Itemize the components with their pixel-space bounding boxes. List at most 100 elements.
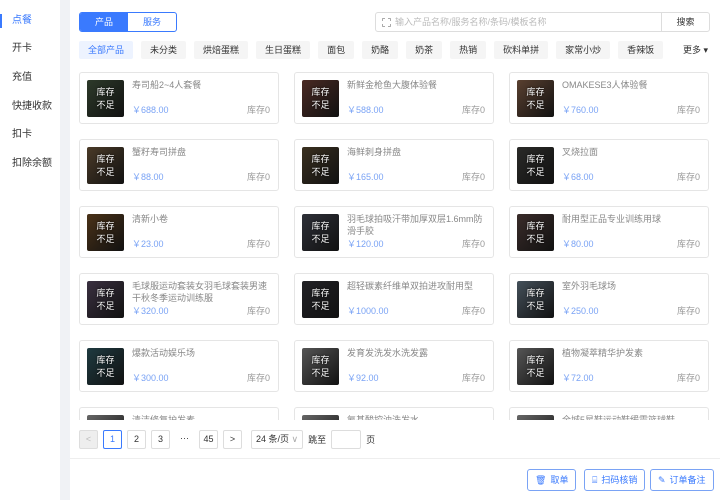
page-ellipsis[interactable]: ··· bbox=[175, 430, 194, 449]
product-card[interactable]: 库存 不足 超轻碳素纤维单双拍进攻耐用型 ￥1000.00 库存0 bbox=[294, 273, 494, 325]
overlay-line: 不足 bbox=[526, 234, 545, 244]
tab-products[interactable]: 产品 bbox=[80, 13, 128, 31]
product-name: 羽毛球拍吸汗带加厚双层1.6mm防滑手胶 bbox=[347, 214, 483, 236]
product-image: 库存不足 bbox=[517, 147, 554, 184]
overlay-line: 不足 bbox=[96, 368, 115, 378]
product-name: 发育发洗发水洗发露 bbox=[347, 348, 429, 358]
overlay-line: 不足 bbox=[526, 100, 545, 110]
tab-services[interactable]: 服务 bbox=[128, 13, 176, 31]
product-price: ￥120.00 bbox=[347, 239, 384, 249]
next-page-button[interactable]: > bbox=[223, 430, 242, 449]
retrieve-order-button[interactable]: 🗑︎ 取单 bbox=[527, 469, 577, 491]
more-categories-button[interactable]: 更多 ▾ bbox=[683, 41, 708, 59]
product-card[interactable]: 库存 不足 毛球服运动套装女羽毛球套装男速干秋冬季运动训练服 ￥320.00 库存… bbox=[79, 273, 279, 325]
out-of-stock-overlay: 库存 不足 bbox=[526, 355, 544, 378]
product-image: 库存不足 bbox=[87, 415, 124, 420]
sidebar-item[interactable]: 点餐 bbox=[0, 14, 60, 28]
order-note-button[interactable]: ✎ 订单备注 bbox=[650, 469, 714, 491]
sidebar-item[interactable]: 快捷收款 bbox=[0, 100, 60, 114]
out-of-stock-overlay: 库存 不足 bbox=[526, 87, 544, 110]
category-chip[interactable]: 砍料单拼 bbox=[494, 41, 549, 59]
product-price: ￥250.00 bbox=[562, 306, 599, 316]
product-card[interactable]: 库存 不足 清新小卷 ￥23.00 库存0 bbox=[79, 206, 279, 258]
jump-page-input[interactable] bbox=[331, 430, 362, 449]
category-chip[interactable]: 生日蛋糕 bbox=[256, 41, 311, 59]
sidebar-item[interactable]: 开卡 bbox=[0, 42, 60, 56]
sidebar-item[interactable]: 扣卡 bbox=[0, 128, 60, 142]
product-card[interactable]: 库存 不足 叉烧拉面 ￥68.00 库存0 bbox=[509, 139, 709, 191]
overlay-line: 不足 bbox=[526, 301, 545, 311]
product-image: 库存不足 bbox=[517, 415, 554, 420]
product-card[interactable]: 库存 不足 蟹籽寿司拼盘 ￥88.00 库存0 bbox=[79, 139, 279, 191]
product-name: 寿司船2~4人套餐 bbox=[132, 80, 202, 90]
search-input[interactable]: 输入产品名称/服务名称/条码/模板名称 bbox=[376, 13, 661, 31]
overlay-line: 库存 bbox=[96, 288, 115, 298]
page-size-select[interactable]: 24 条/页 ∨ bbox=[251, 430, 304, 449]
product-card[interactable]: 库存不足 清洁修复护发素 bbox=[79, 407, 279, 420]
category-chip[interactable]: 奶茶 bbox=[406, 41, 443, 59]
sidebar-item[interactable]: 扣除余额 bbox=[0, 157, 60, 171]
overlay-line: 库存 bbox=[311, 154, 330, 164]
product-card[interactable]: 库存 不足 新鲜金枪鱼大腹体验餐 ￥588.00 库存0 bbox=[294, 72, 494, 124]
caret-down-icon: ▾ bbox=[703, 45, 708, 55]
product-card[interactable]: 库存 不足 室外羽毛球场 ￥250.00 库存0 bbox=[509, 273, 709, 325]
overlay-line: 不足 bbox=[311, 234, 330, 244]
category-chip[interactable]: 全部产品 bbox=[79, 41, 134, 59]
product-stock: 库存0 bbox=[246, 239, 270, 249]
category-chip[interactable]: 面包 bbox=[318, 41, 355, 59]
product-stock: 库存0 bbox=[676, 172, 700, 182]
product-card[interactable]: 库存 不足 爆款活动娱乐场 ￥300.00 库存0 bbox=[79, 340, 279, 392]
product-image: 库存不足 bbox=[87, 214, 124, 251]
prev-page-button[interactable]: < bbox=[79, 430, 98, 449]
retrieve-order-label: 取单 bbox=[550, 475, 569, 485]
product-stock: 库存0 bbox=[461, 373, 485, 383]
product-stock: 库存0 bbox=[246, 306, 270, 316]
search-button[interactable]: 搜索 bbox=[661, 13, 709, 31]
product-card[interactable]: 库存不足 氨基酸控油洗发水 bbox=[294, 407, 494, 420]
order-note-label: 订单备注 bbox=[669, 475, 706, 485]
overlay-line: 库存 bbox=[311, 355, 330, 365]
product-card[interactable]: 库存 不足 羽毛球拍吸汗带加厚双层1.6mm防滑手胶 ￥120.00 库存0 bbox=[294, 206, 494, 258]
category-chip[interactable]: 烘焙蛋糕 bbox=[194, 41, 249, 59]
category-chip[interactable]: 奶酪 bbox=[362, 41, 399, 59]
out-of-stock-overlay: 库存 不足 bbox=[526, 154, 544, 177]
overlay-line: 库存 bbox=[311, 288, 330, 298]
overlay-line: 库存 bbox=[96, 87, 115, 97]
sidebar-item[interactable]: 充值 bbox=[0, 71, 60, 85]
page-3[interactable]: 3 bbox=[151, 430, 170, 449]
product-card[interactable]: 库存 不足 OMAKESE3人体验餐 ￥760.00 库存0 bbox=[509, 72, 709, 124]
product-name: 蟹籽寿司拼盘 bbox=[132, 147, 187, 157]
product-image: 库存不足 bbox=[87, 147, 124, 184]
category-chip[interactable]: 香辣饭 bbox=[618, 41, 664, 59]
product-image: 库存不足 bbox=[517, 80, 554, 117]
overlay-line: 库存 bbox=[96, 221, 115, 231]
product-stock: 库存0 bbox=[461, 172, 485, 182]
category-bar: 全部产品 未分类 烘焙蛋糕 生日蛋糕 面包 奶酪 奶茶 热销 砍料单拼 家常小炒 香辣饭 bbox=[79, 41, 664, 59]
product-card[interactable]: 库存不足 全城5星鞋运动鞋缓震篮球鞋 bbox=[509, 407, 709, 420]
product-card[interactable]: 库存 不足 发育发洗发水洗发露 ￥92.00 库存0 bbox=[294, 340, 494, 392]
product-name: 清新小卷 bbox=[132, 214, 169, 224]
product-card[interactable]: 库存 不足 海鲜刺身拼盘 ￥165.00 库存0 bbox=[294, 139, 494, 191]
out-of-stock-overlay: 库存 不足 bbox=[526, 288, 544, 311]
product-price: ￥320.00 bbox=[132, 306, 169, 316]
category-chip[interactable]: 未分类 bbox=[141, 41, 187, 59]
out-of-stock-overlay: 库存 不足 bbox=[311, 355, 329, 378]
product-card[interactable]: 库存 不足 寿司船2~4人套餐 ￥688.00 库存0 bbox=[79, 72, 279, 124]
overlay-line: 不足 bbox=[96, 100, 115, 110]
scan-verify-button[interactable]: ⌸ 扫码核销 bbox=[584, 469, 646, 491]
page-2[interactable]: 2 bbox=[127, 430, 146, 449]
product-card[interactable]: 库存 不足 植物凝萃精华护发素 ￥72.00 库存0 bbox=[509, 340, 709, 392]
page-1[interactable]: 1 bbox=[103, 430, 122, 449]
product-image: 库存不足 bbox=[302, 348, 339, 385]
category-chip[interactable]: 热销 bbox=[450, 41, 487, 59]
chevron-down-icon: ∨ bbox=[289, 434, 299, 444]
pagination: < 1 2 3 ··· 45 > 24 条/页 ∨ 跳至 页 bbox=[79, 430, 375, 449]
overlay-line: 库存 bbox=[311, 87, 330, 97]
product-card[interactable]: 库存 不足 耐用型正品专业训练用球 ￥80.00 库存0 bbox=[509, 206, 709, 258]
product-name: 新鲜金枪鱼大腹体验餐 bbox=[347, 80, 438, 90]
page-last[interactable]: 45 bbox=[199, 430, 218, 449]
product-name: 超轻碳素纤维单双拍进攻耐用型 bbox=[347, 281, 474, 291]
product-price: ￥1000.00 bbox=[347, 306, 389, 316]
out-of-stock-overlay: 库存 不足 bbox=[526, 221, 544, 244]
category-chip[interactable]: 家常小炒 bbox=[556, 41, 611, 59]
